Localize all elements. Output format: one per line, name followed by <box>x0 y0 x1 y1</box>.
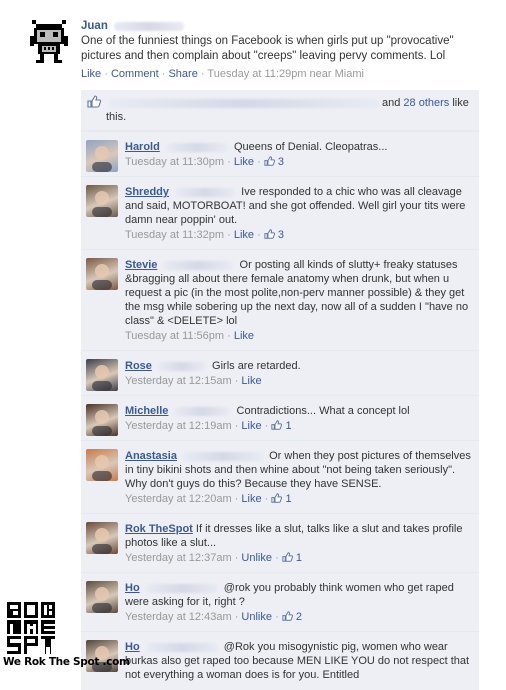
redacted-name <box>163 260 234 270</box>
comment-row: Shreddy Ive responded to a chic who was … <box>81 176 479 249</box>
comment-row: Ho @rok you probably think women who get… <box>81 572 479 631</box>
commenter-name[interactable]: Rok TheSpot <box>125 523 193 535</box>
person-photo-icon <box>92 365 112 391</box>
comment-meta: Tuesday at 11:30pm · Like · 3 <box>125 156 285 168</box>
commenter-name[interactable]: Ho <box>125 641 140 653</box>
comment-like-link[interactable]: Like <box>241 493 261 505</box>
author-avatar[interactable] <box>24 16 74 66</box>
comment-meta: Yesterday at 12:20am · Like · 1 <box>125 493 292 505</box>
comment-timestamp[interactable]: Yesterday at 12:20am <box>125 493 232 505</box>
commenter-name[interactable]: Rose <box>125 360 152 372</box>
redacted-name <box>145 642 218 652</box>
comment-row: Rose Girls are retarded. Yesterday at 12… <box>81 350 479 395</box>
comment-meta: Yesterday at 12:43am · Unlike · 2 <box>125 611 302 623</box>
comment-like-count[interactable]: 3 <box>264 229 284 241</box>
comment-text: Contradictions... What a concept lol <box>236 405 410 417</box>
comment-link[interactable]: Comment <box>111 68 159 80</box>
post-author[interactable]: Juan <box>81 20 108 32</box>
redacted-name <box>174 406 231 416</box>
thumbs-up-icon <box>264 229 275 239</box>
comment-like-link[interactable]: Like <box>234 330 254 342</box>
watermark-caption: We Rok The Spot .com <box>3 656 130 668</box>
comment-text: Or when they post pictures of themselves… <box>125 450 471 490</box>
comment-timestamp[interactable]: Yesterday at 12:19am <box>125 420 232 432</box>
comment-text: Girls are retarded. <box>212 360 301 372</box>
thumbs-up-icon <box>271 493 283 503</box>
person-photo-icon <box>92 528 112 554</box>
commenter-name[interactable]: Stevie <box>125 259 157 271</box>
thumbs-up-icon <box>282 611 293 621</box>
comment-row: Michelle Contradictions... What a concep… <box>81 395 479 440</box>
comment-like-link[interactable]: Like <box>234 156 254 168</box>
thumbs-up-icon <box>282 552 293 562</box>
commenter-avatar[interactable] <box>86 359 118 391</box>
comment-text: Queens of Denial. Cleopatras... <box>233 141 388 153</box>
comment-meta: Tuesday at 11:32pm · Like · 3 <box>125 229 285 241</box>
share-link[interactable]: Share <box>168 68 197 80</box>
post-text: One of the funniest things on Facebook i… <box>81 35 454 62</box>
likes-others-link[interactable]: 28 others <box>403 97 449 109</box>
comment-meta: Yesterday at 12:19am · Like · 1 <box>125 420 292 432</box>
redacted-name <box>183 451 264 461</box>
comment-row: Anastasia Or when they post pictures of … <box>81 440 479 513</box>
comment-meta: Yesterday at 12:37am · Unlike · 1 <box>125 552 302 564</box>
comment-thread: and 28 others like this. Harold Queens o… <box>81 90 479 690</box>
thumbs-up-icon <box>271 420 283 430</box>
comment-meta: Yesterday at 12:15am · Like <box>125 375 262 387</box>
comment-like-count[interactable]: 1 <box>271 493 292 505</box>
watermark: We Rok The Spot .com <box>3 600 130 670</box>
commenter-avatar[interactable] <box>86 404 118 436</box>
redacted-name <box>113 21 184 31</box>
comment-timestamp[interactable]: Yesterday at 12:37am <box>125 552 232 564</box>
person-photo-icon <box>92 146 112 172</box>
rok-the-spot-logo <box>5 600 57 656</box>
redacted-name <box>175 187 236 197</box>
commenter-name[interactable]: Michelle <box>125 405 168 417</box>
comment-like-link[interactable]: Unlike <box>241 611 272 623</box>
comment-meta: Tuesday at 11:56pm · Like <box>125 330 255 342</box>
commenter-name[interactable]: Anastasia <box>125 450 177 462</box>
commenter-name[interactable]: Ho <box>125 582 140 594</box>
like-link[interactable]: Like <box>81 68 101 80</box>
comment-row: Ho @Rok you misogynistic pig, women who … <box>81 631 479 690</box>
commenter-name[interactable]: Shreddy <box>125 186 169 198</box>
thumbs-up-icon <box>264 156 275 166</box>
commenter-avatar[interactable] <box>86 449 118 481</box>
comment-like-count[interactable]: 2 <box>282 611 302 623</box>
comment-row: Stevie Or posting all kinds of slutty+ f… <box>81 249 479 350</box>
comment-like-link[interactable]: Like <box>241 420 261 432</box>
commenter-avatar[interactable] <box>86 185 118 217</box>
comment-timestamp[interactable]: Tuesday at 11:56pm <box>125 330 224 342</box>
person-photo-icon <box>92 410 112 436</box>
robot-avatar-icon <box>24 16 74 66</box>
redacted-likers <box>109 98 379 108</box>
commenter-avatar[interactable] <box>86 258 118 290</box>
comment-like-count[interactable]: 1 <box>282 552 302 564</box>
post-timestamp[interactable]: Tuesday at 11:29pm near Miami <box>207 68 364 80</box>
comment-row: Rok TheSpot If it dresses like a slut, t… <box>81 513 479 572</box>
redacted-name <box>165 142 228 152</box>
comment-timestamp[interactable]: Tuesday at 11:30pm <box>125 156 224 168</box>
comment-timestamp[interactable]: Yesterday at 12:43am <box>125 611 232 623</box>
redacted-name <box>145 583 218 593</box>
person-photo-icon <box>92 191 112 217</box>
comment-row: Harold Queens of Denial. Cleopatras... T… <box>81 131 479 176</box>
likes-summary: and 28 others like this. <box>81 90 479 131</box>
thumbs-up-icon <box>87 95 102 112</box>
comment-like-count[interactable]: 3 <box>264 156 284 168</box>
person-photo-icon <box>92 264 112 290</box>
comment-timestamp[interactable]: Tuesday at 11:32pm <box>125 229 224 241</box>
person-photo-icon <box>92 455 112 481</box>
comment-timestamp[interactable]: Yesterday at 12:15am <box>125 375 232 387</box>
commenter-name[interactable]: Harold <box>125 141 160 153</box>
comment-like-link[interactable]: Like <box>241 375 261 387</box>
commenter-avatar[interactable] <box>86 140 118 172</box>
redacted-name <box>157 361 206 371</box>
comment-like-link[interactable]: Like <box>234 229 254 241</box>
commenter-avatar[interactable] <box>86 522 118 554</box>
post-actions: Like · Comment · Share · Tuesday at 11:2… <box>81 68 364 80</box>
comment-like-count[interactable]: 1 <box>271 420 292 432</box>
comment-like-link[interactable]: Unlike <box>241 552 272 564</box>
